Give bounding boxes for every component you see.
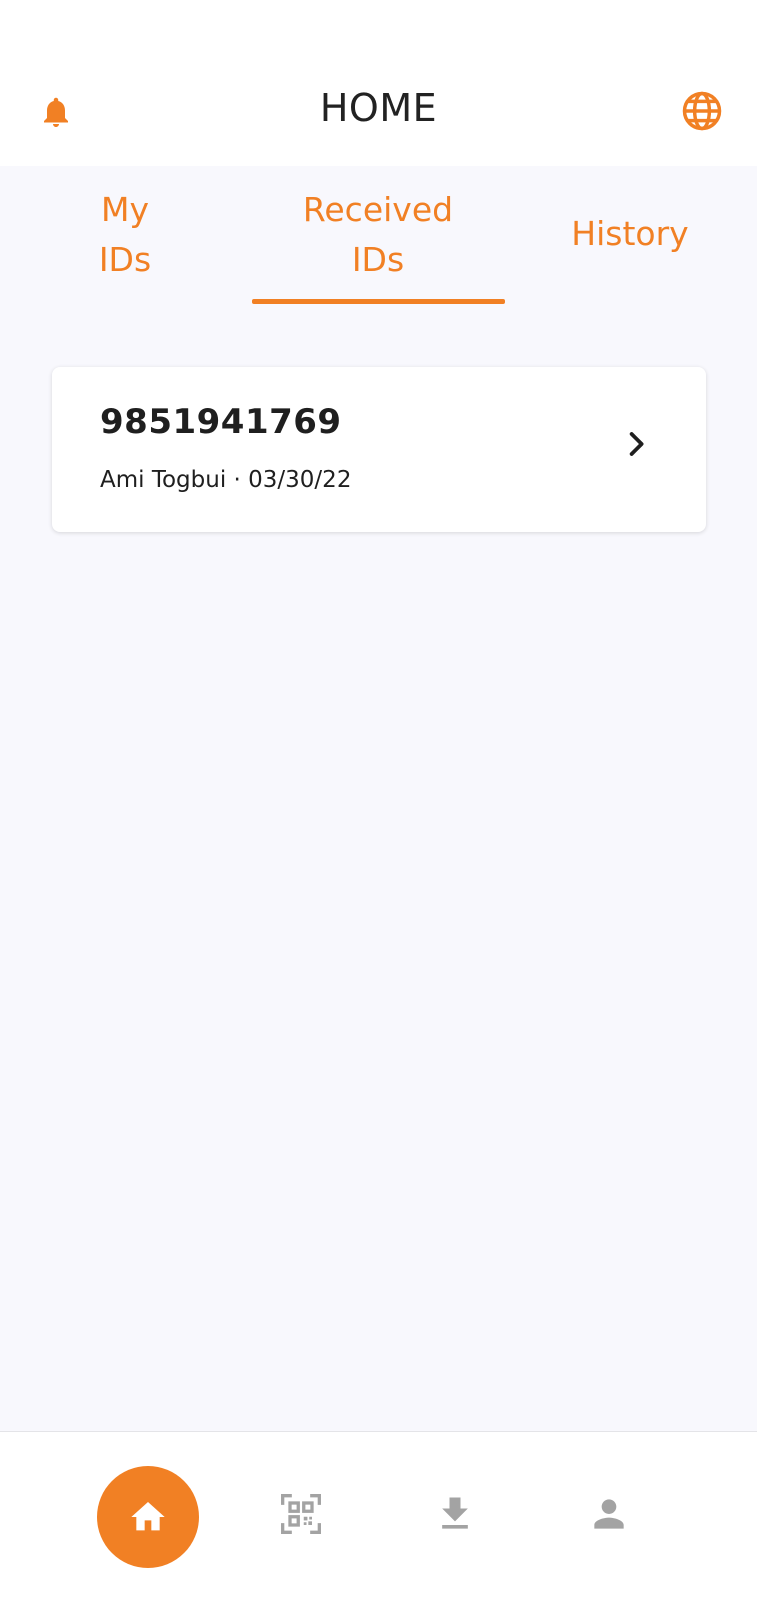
tab-received-ids-line1: Received — [302, 190, 454, 229]
received-id-card[interactable]: 9851941769 Ami Togbui · 03/30/22 — [52, 367, 706, 532]
tab-received-ids-line2: IDs — [351, 240, 405, 279]
tab-my-ids-line2: IDs — [98, 240, 152, 279]
bottom-navigation — [0, 1431, 757, 1601]
qr-code-icon[interactable] — [279, 1492, 323, 1536]
id-owner-date: Ami Togbui · 03/30/22 — [100, 467, 352, 493]
tab-received-ids[interactable]: Received IDs — [258, 185, 498, 285]
nav-home-button[interactable] — [97, 1466, 199, 1568]
tab-my-ids[interactable]: My IDs — [85, 185, 165, 285]
app-header: HOME — [0, 0, 757, 166]
tab-my-ids-line1: My — [100, 190, 149, 229]
page-title: HOME — [319, 86, 438, 130]
download-icon[interactable] — [433, 1492, 477, 1536]
tab-history[interactable]: History — [555, 209, 705, 259]
home-icon — [131, 1502, 165, 1531]
person-icon[interactable] — [587, 1492, 631, 1536]
tab-history-label: History — [571, 214, 689, 253]
chevron-right-icon — [629, 432, 644, 456]
globe-icon[interactable] — [681, 90, 723, 132]
active-tab-indicator — [252, 299, 505, 304]
id-number: 9851941769 — [100, 402, 342, 442]
